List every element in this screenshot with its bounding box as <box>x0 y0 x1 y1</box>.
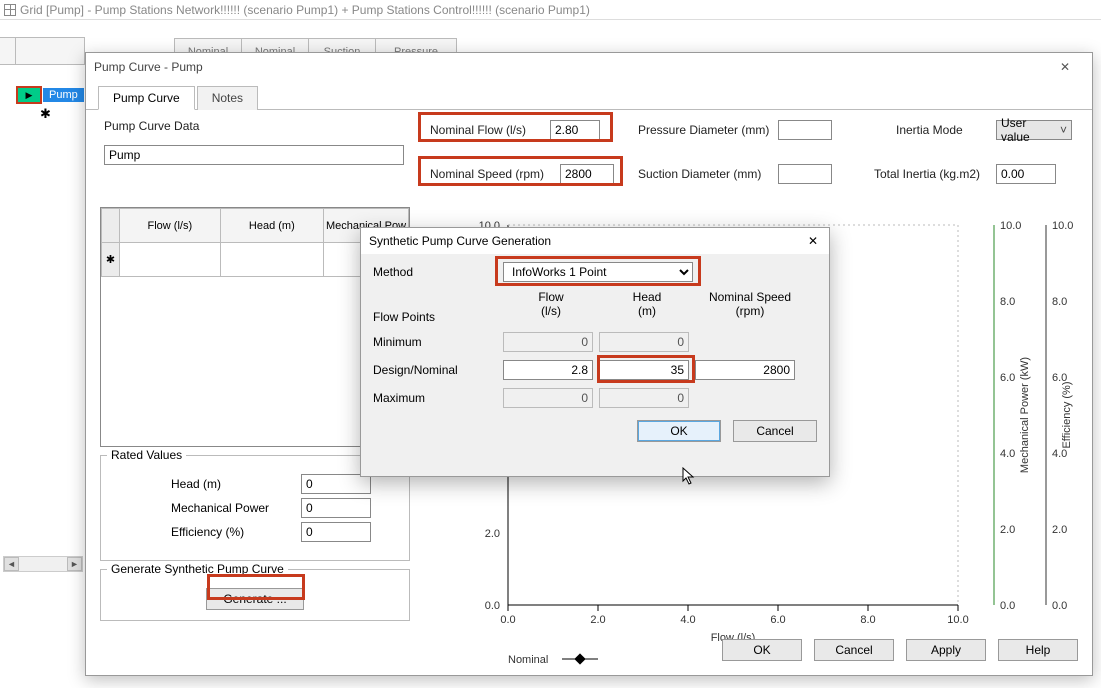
ok-button[interactable]: OK <box>722 639 802 661</box>
cancel-button[interactable]: Cancel <box>814 639 894 661</box>
svg-text:4.0: 4.0 <box>1000 448 1015 460</box>
rated-eff-input[interactable] <box>301 522 371 542</box>
highlight-method <box>495 256 701 286</box>
scroll-left-arrow[interactable]: ◄ <box>4 557 19 571</box>
grid-cell[interactable] <box>220 243 323 277</box>
left-grid-stub <box>0 38 85 65</box>
svg-text:6.0: 6.0 <box>770 614 785 626</box>
highlight-generate <box>207 574 305 600</box>
rated-power-label: Mechanical Power <box>171 501 301 515</box>
method-label: Method <box>373 265 503 279</box>
svg-text:0.0: 0.0 <box>1052 600 1067 612</box>
grid-cell[interactable] <box>120 243 221 277</box>
svg-text:4.0: 4.0 <box>1052 448 1067 460</box>
min-head-input <box>599 332 689 352</box>
flow-points-label: Flow Points <box>373 310 503 324</box>
total-inertia-input[interactable] <box>996 164 1056 184</box>
rated-power-input[interactable] <box>301 498 371 518</box>
design-flow-input[interactable] <box>503 360 593 380</box>
max-head-input <box>599 388 689 408</box>
grid-icon <box>4 4 16 16</box>
highlight-design-head <box>597 355 695 383</box>
tab-pump-curve[interactable]: Pump Curve <box>98 86 195 110</box>
svg-text:2.0: 2.0 <box>1052 524 1067 536</box>
dialog-footer: OK Cancel Apply Help <box>722 639 1078 661</box>
rated-head-input[interactable] <box>301 474 371 494</box>
modal-titlebar[interactable]: Synthetic Pump Curve Generation ✕ <box>361 228 829 254</box>
rated-values-title: Rated Values <box>107 448 186 462</box>
svg-text:0.0: 0.0 <box>1000 600 1015 612</box>
grid-col-flow[interactable]: Flow (l/s) <box>120 209 221 243</box>
svg-text:10.0: 10.0 <box>1052 220 1073 232</box>
svg-text:6.0: 6.0 <box>1000 372 1015 384</box>
svg-text:8.0: 8.0 <box>1000 296 1015 308</box>
scroll-right-arrow[interactable]: ► <box>67 557 82 571</box>
inertia-mode-select[interactable]: User value <box>996 120 1072 140</box>
grid-col-head[interactable]: Head (m) <box>220 209 323 243</box>
play-button[interactable]: ▶ <box>16 86 42 104</box>
highlight-nominal-flow <box>418 112 613 142</box>
suction-diameter-label: Suction Diameter (mm) <box>638 167 761 181</box>
horizontal-scrollbar[interactable]: ◄ ► <box>3 556 83 572</box>
modal-ok-button[interactable]: OK <box>637 420 721 442</box>
svg-text:2.0: 2.0 <box>590 614 605 626</box>
dialog-titlebar[interactable]: Pump Curve - Pump ✕ <box>86 53 1092 81</box>
pump-curve-dialog: Pump Curve - Pump ✕ Pump Curve Notes Pum… <box>85 52 1093 676</box>
pump-curve-data-label: Pump Curve Data <box>104 119 199 133</box>
svg-text:0.0: 0.0 <box>485 600 500 612</box>
new-row-marker: ✱ <box>102 243 120 277</box>
modal-cancel-button[interactable]: Cancel <box>733 420 817 442</box>
pressure-diameter-label: Pressure Diameter (mm) <box>638 123 769 137</box>
modal-title: Synthetic Pump Curve Generation <box>369 234 551 248</box>
new-row-marker: ✱ <box>40 106 51 122</box>
pump-name-input[interactable] <box>104 145 404 165</box>
maximum-label: Maximum <box>373 391 503 405</box>
inertia-mode-label: Inertia Mode <box>896 123 963 137</box>
main-window-title: Grid [Pump] - Pump Stations Network!!!!!… <box>20 3 590 17</box>
close-icon[interactable]: ✕ <box>1046 56 1084 78</box>
svg-text:10.0: 10.0 <box>947 614 968 626</box>
svg-text:Nominal: Nominal <box>508 654 548 666</box>
main-window-titlebar: Grid [Pump] - Pump Stations Network!!!!!… <box>0 0 1101 20</box>
help-button[interactable]: Help <box>998 639 1078 661</box>
svg-text:8.0: 8.0 <box>1052 296 1067 308</box>
design-speed-input[interactable] <box>695 360 795 380</box>
dialog-title: Pump Curve - Pump <box>94 60 203 74</box>
svg-text:2.0: 2.0 <box>485 528 500 540</box>
rated-eff-label: Efficiency (%) <box>171 525 301 539</box>
synthetic-curve-modal: Synthetic Pump Curve Generation ✕ Method… <box>360 227 830 477</box>
min-flow-input <box>503 332 593 352</box>
svg-text:8.0: 8.0 <box>860 614 875 626</box>
selected-row-tag[interactable]: Pump <box>43 88 84 102</box>
total-inertia-label: Total Inertia (kg.m2) <box>874 167 980 181</box>
pressure-diameter-input[interactable] <box>778 120 832 140</box>
svg-text:4.0: 4.0 <box>680 614 695 626</box>
svg-text:Efficiency (%): Efficiency (%) <box>1061 381 1073 448</box>
svg-text:0.0: 0.0 <box>500 614 515 626</box>
svg-text:Mechanical Power (kW): Mechanical Power (kW) <box>1019 357 1031 473</box>
tab-notes[interactable]: Notes <box>197 86 258 110</box>
suction-diameter-input[interactable] <box>778 164 832 184</box>
max-flow-input <box>503 388 593 408</box>
svg-text:2.0: 2.0 <box>1000 524 1015 536</box>
apply-button[interactable]: Apply <box>906 639 986 661</box>
minimum-label: Minimum <box>373 335 503 349</box>
close-icon[interactable]: ✕ <box>805 233 821 249</box>
tab-strip: Pump Curve Notes <box>86 85 1092 110</box>
generate-group: Generate Synthetic Pump Curve Generate .… <box>100 569 410 621</box>
design-label: Design/Nominal <box>373 363 503 377</box>
svg-text:10.0: 10.0 <box>1000 220 1021 232</box>
rated-head-label: Head (m) <box>171 477 301 491</box>
highlight-nominal-speed <box>418 156 623 186</box>
